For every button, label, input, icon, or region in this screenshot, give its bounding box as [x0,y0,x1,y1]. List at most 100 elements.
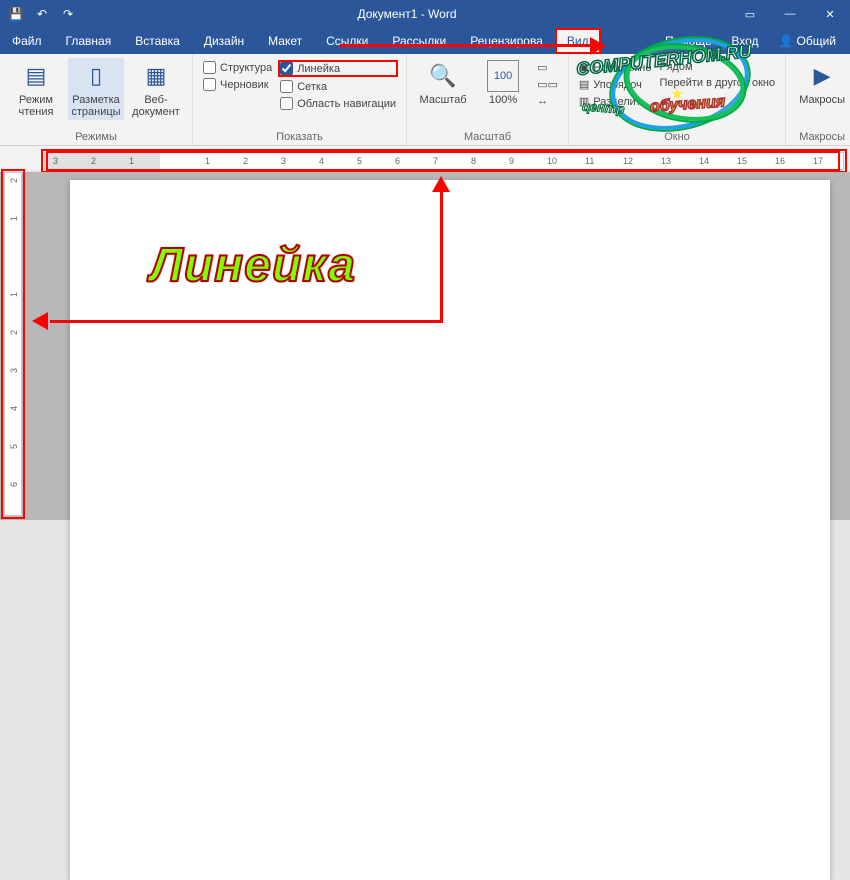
ruler-tick: 6 [395,156,400,166]
ruler-tick: 15 [737,156,747,166]
group-show: Структура Черновик Линейка Сетка Область… [193,54,407,145]
ruler-tick: 4 [319,156,324,166]
document-workspace: 21123456 [0,172,850,520]
ruler-label: Линейка [297,63,340,75]
ruler-tick: 16 [775,156,785,166]
zoom-button[interactable]: 🔍 Масштаб [415,58,471,108]
multi-page-button[interactable]: ▭▭ [535,77,560,92]
web-layout-button[interactable]: ▦ Веб-документ [128,58,184,120]
ruler-tick: 3 [53,156,58,166]
quick-access-toolbar: 💾 ↶ ↷ [0,4,84,24]
horizontal-ruler[interactable]: 3211234567891011121314151617 [44,152,844,170]
window-icon: ▣ [579,61,589,74]
tab-help[interactable]: Помощь [657,34,719,48]
split-button[interactable]: ▥ Разделить [577,94,654,109]
ruler-tick: 14 [699,156,709,166]
side-by-side-button[interactable]: Рядом [657,60,777,74]
tab-insert[interactable]: Вставка [123,28,192,54]
one-page-button[interactable]: ▭ [535,60,560,75]
macros-icon: ▶ [806,60,838,92]
switch-windows-label: Перейти в другое окно [659,77,775,89]
draft-checkbox[interactable]: Черновик [201,77,274,92]
save-icon[interactable]: 💾 [6,4,26,24]
outline-label: Структура [220,62,272,74]
tab-file[interactable]: Файл [0,28,54,54]
ribbon-display-options-icon[interactable]: ▭ [730,0,770,28]
share-button[interactable]: 👤 Общий [771,34,844,48]
vertical-ruler[interactable]: 21123456 [4,172,22,516]
ruler-tick: 2 [9,178,19,183]
gridlines-label: Сетка [297,81,327,93]
group-show-label: Показать [201,129,398,143]
zoom-100-button[interactable]: 100 100% [475,58,531,108]
side-by-side-label: Рядом [659,61,692,73]
tab-mailings[interactable]: Рассылки [380,28,458,54]
minimize-icon[interactable]: — [770,0,810,28]
title-bar: 💾 ↶ ↷ Документ1 - Word ▭ — ✕ [0,0,850,28]
ruler-tick: 3 [281,156,286,166]
redo-icon[interactable]: ↷ [58,4,78,24]
draft-label: Черновик [220,79,269,91]
group-modes: ▤ Режим чтения ▯ Разметка страницы ▦ Веб… [0,54,193,145]
tab-layout[interactable]: Макет [256,28,314,54]
outline-checkbox[interactable]: Структура [201,60,274,75]
arrange-all-button[interactable]: ▤ Упорядоч [577,77,654,92]
ruler-area: 3211234567891011121314151617 [0,146,850,170]
group-window-label: Окно [577,129,777,143]
print-layout-label: Разметка страницы [70,94,122,118]
new-window-button[interactable]: ▣Новое окно [577,60,654,75]
tab-view[interactable]: Вид [555,28,601,54]
ruler-tick: 13 [661,156,671,166]
ruler-tick: 1 [205,156,210,166]
group-macros: ▶ Макросы Макросы [786,54,850,145]
page-icon: ▯ [80,60,112,92]
magnifier-icon: 🔍 [427,60,459,92]
group-window: ▣Новое окно ▤ Упорядоч ▥ Разделить Рядом П… [569,54,786,145]
navpane-label: Область навигации [297,98,396,110]
tab-review[interactable]: Рецензирова [458,28,555,54]
ruler-tick: 2 [243,156,248,166]
ruler-tick: 11 [585,156,594,166]
ruler-tick: 3 [9,368,19,373]
macros-button[interactable]: ▶ Макросы [794,58,850,108]
ribbon-tabs: Файл Главная Вставка Дизайн Макет Ссылки… [0,28,850,54]
ruler-tick: 2 [91,156,96,166]
print-layout-button[interactable]: ▯ Разметка страницы [68,58,124,120]
ruler-tick: 12 [623,156,633,166]
web-layout-label: Веб-документ [130,94,182,118]
split-icon: ▥ [579,95,589,108]
tab-references[interactable]: Ссылки [314,28,380,54]
ruler-tick: 10 [547,156,557,166]
macros-label: Макросы [799,94,845,106]
arrange-icon: ▤ [579,78,589,91]
ruler-checkbox[interactable]: Линейка [278,60,398,77]
group-macros-label: Макросы [794,129,850,143]
ruler-tick: 8 [471,156,476,166]
close-icon[interactable]: ✕ [810,0,850,28]
document-page[interactable] [70,180,830,880]
ruler-tick: 2 [9,330,19,335]
tab-design[interactable]: Дизайн [192,28,256,54]
group-modes-label: Режимы [8,129,184,143]
ruler-tick: 9 [509,156,514,166]
read-mode-button[interactable]: ▤ Режим чтения [8,58,64,120]
ruler-tick: 6 [9,482,19,487]
read-mode-label: Режим чтения [10,94,62,118]
split-label: Разделить [593,96,646,108]
undo-icon[interactable]: ↶ [32,4,52,24]
page-width-button[interactable]: ↔ [535,94,560,108]
navpane-checkbox[interactable]: Область навигации [278,96,398,111]
arrange-label: Упорядоч [593,79,642,91]
ruler-tick: 5 [9,444,19,449]
globe-icon: ▦ [140,60,172,92]
zoom-label: Масштаб [420,94,467,106]
person-icon: 👤 [779,34,794,48]
ruler-tick: 1 [129,156,134,166]
share-label: Общий [797,34,837,48]
gridlines-checkbox[interactable]: Сетка [278,79,398,94]
switch-windows-button[interactable]: Перейти в другое окно [657,76,777,90]
group-zoom-label: Масштаб [415,129,560,143]
signin-button[interactable]: Вход [723,34,766,48]
zoom-100-label: 100% [489,94,517,106]
tab-home[interactable]: Главная [54,28,124,54]
